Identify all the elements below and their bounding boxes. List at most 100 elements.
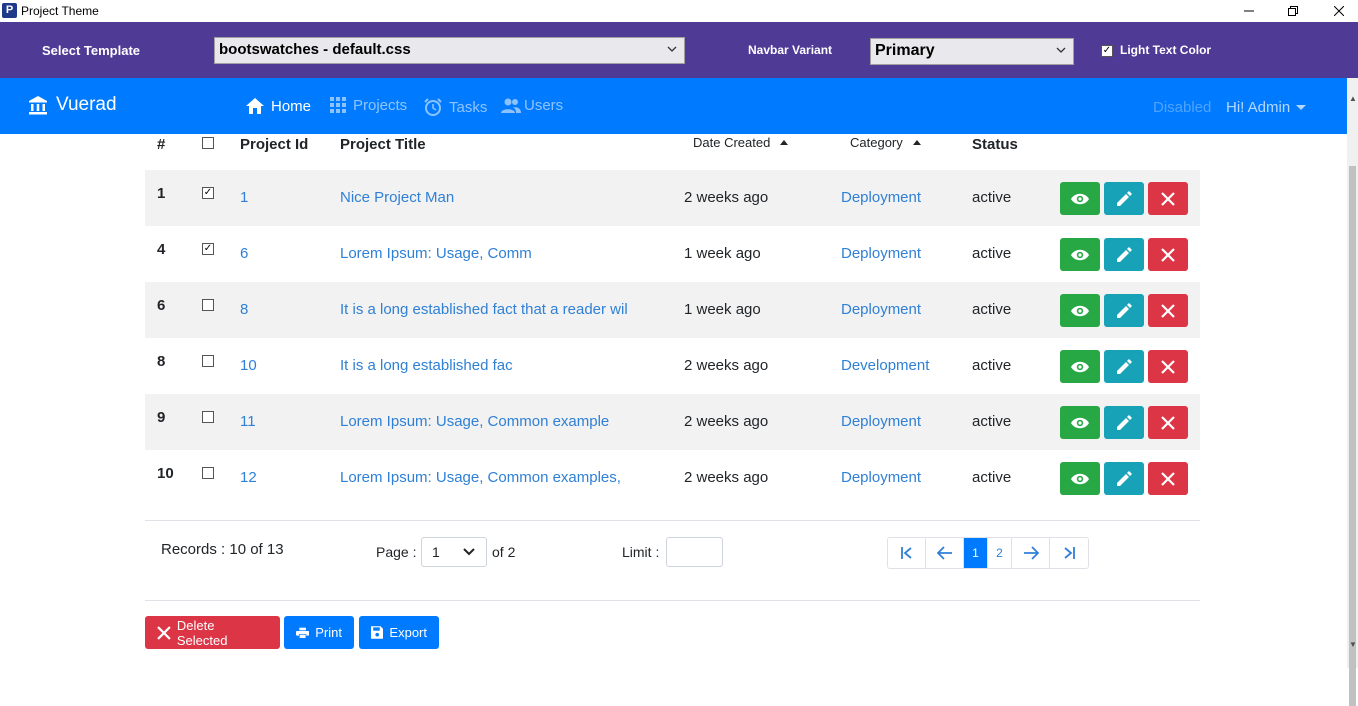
row-checkbox[interactable]: [202, 411, 214, 423]
select-all-checkbox[interactable]: [202, 137, 214, 149]
view-button[interactable]: [1060, 406, 1100, 439]
project-title-link[interactable]: It is a long established fac: [340, 357, 513, 374]
limit-label: Limit :: [622, 544, 660, 560]
category-link[interactable]: Development: [841, 357, 929, 374]
category-link[interactable]: Deployment: [841, 301, 921, 318]
project-title-link[interactable]: Lorem Ipsum: Usage, Common example: [340, 413, 609, 430]
divider: [145, 600, 1200, 601]
nav-item-projects[interactable]: Projects: [330, 97, 407, 114]
project-id-link[interactable]: 11: [240, 413, 256, 430]
scroll-up-icon[interactable]: ▲: [1349, 94, 1357, 103]
row-checkbox[interactable]: [202, 299, 214, 311]
category-link[interactable]: Deployment: [841, 189, 921, 206]
export-button[interactable]: Export: [359, 616, 439, 649]
header-project-title[interactable]: Project Title: [340, 136, 426, 153]
restore-button[interactable]: [1270, 0, 1316, 22]
row-number: 4: [157, 241, 166, 258]
nav-item-label: Tasks: [449, 98, 488, 116]
delete-selected-label: Delete Selected: [176, 617, 228, 648]
view-button[interactable]: [1060, 294, 1100, 327]
eye-icon: [1071, 249, 1089, 260]
table-row: 9 11 Lorem Ipsum: Usage, Common example …: [145, 394, 1200, 450]
edit-button[interactable]: [1104, 350, 1144, 383]
eye-icon: [1071, 473, 1089, 484]
row-checkbox[interactable]: ✓: [202, 187, 214, 199]
edit-button[interactable]: [1104, 406, 1144, 439]
sort-up-icon: [780, 140, 789, 145]
delete-selected-button[interactable]: Delete Selected: [145, 616, 280, 649]
page-2-button[interactable]: 2: [988, 538, 1012, 568]
category-link[interactable]: Deployment: [841, 413, 921, 430]
project-id-link[interactable]: 8: [240, 301, 248, 318]
project-title-link[interactable]: Lorem Ipsum: Usage, Common examples,: [340, 469, 621, 486]
project-title-link[interactable]: Nice Project Man: [340, 189, 454, 206]
delete-button[interactable]: [1148, 182, 1188, 215]
brand[interactable]: Vuerad: [28, 94, 117, 116]
pagination-nav: 1 2: [887, 537, 1089, 569]
page-select[interactable]: 1: [421, 537, 487, 567]
edit-button[interactable]: [1104, 182, 1144, 215]
table-row: 4 ✓ 6 Lorem Ipsum: Usage, Comm 1 week ag…: [145, 226, 1200, 282]
delete-button[interactable]: [1148, 238, 1188, 271]
close-icon: [1161, 359, 1175, 374]
row-checkbox[interactable]: ✓: [202, 243, 214, 255]
restore-icon: [1288, 6, 1298, 16]
scrollbar-thumb[interactable]: [1349, 166, 1356, 706]
category-link[interactable]: Deployment: [841, 245, 921, 262]
scroll-down-icon[interactable]: ▼: [1349, 640, 1357, 649]
header-category[interactable]: Category: [850, 135, 921, 150]
light-text-checkbox[interactable]: ✓: [1101, 45, 1113, 57]
chevron-down-icon: [667, 46, 677, 52]
user-menu[interactable]: Hi! Admin: [1226, 99, 1307, 116]
delete-button[interactable]: [1148, 406, 1188, 439]
nav-item-home[interactable]: Home: [245, 97, 311, 115]
delete-button[interactable]: [1148, 462, 1188, 495]
status-text: active: [972, 301, 1012, 318]
vertical-scrollbar[interactable]: ▲ ▼: [1347, 78, 1358, 706]
edit-button[interactable]: [1104, 294, 1144, 327]
prev-page-button[interactable]: [926, 538, 964, 568]
edit-button[interactable]: [1104, 238, 1144, 271]
page-1-button[interactable]: 1: [964, 538, 988, 568]
project-id-link[interactable]: 12: [240, 469, 257, 486]
eye-icon: [1071, 417, 1089, 428]
navbar-variant-select[interactable]: Primary: [870, 38, 1074, 65]
nav-item-users[interactable]: Users: [500, 97, 563, 114]
project-title-link[interactable]: It is a long established fact that a rea…: [340, 301, 628, 318]
project-title-link[interactable]: Lorem Ipsum: Usage, Comm: [340, 245, 532, 262]
limit-input[interactable]: [666, 537, 723, 567]
next-page-button[interactable]: [1012, 538, 1050, 568]
header-project-id[interactable]: Project Id: [240, 136, 308, 153]
delete-button[interactable]: [1148, 294, 1188, 327]
navbar-variant-label: Navbar Variant: [748, 43, 833, 57]
close-window-button[interactable]: [1316, 0, 1358, 22]
first-page-button[interactable]: [888, 538, 926, 568]
template-select-value: bootswatches - default.css: [219, 41, 411, 58]
print-button[interactable]: Print: [284, 616, 354, 649]
header-date-created[interactable]: Date Created: [693, 135, 789, 150]
nav-item-tasks[interactable]: Tasks: [423, 97, 487, 117]
bank-icon: [29, 96, 47, 115]
template-select[interactable]: bootswatches - default.css: [214, 37, 685, 64]
nav-item-label: Users: [524, 97, 564, 114]
row-checkbox[interactable]: [202, 467, 214, 479]
view-button[interactable]: [1060, 462, 1100, 495]
view-button[interactable]: [1060, 182, 1100, 215]
last-page-button[interactable]: [1050, 538, 1088, 568]
edit-button[interactable]: [1104, 462, 1144, 495]
view-button[interactable]: [1060, 238, 1100, 271]
sort-up-icon: [912, 140, 921, 145]
minimize-button[interactable]: [1226, 0, 1272, 22]
header-category-label: Category: [850, 135, 903, 150]
delete-button[interactable]: [1148, 350, 1188, 383]
project-id-link[interactable]: 6: [240, 245, 248, 262]
category-link[interactable]: Deployment: [841, 469, 921, 486]
nav-item-label: Projects: [353, 97, 408, 114]
project-id-link[interactable]: 1: [240, 189, 248, 206]
view-button[interactable]: [1060, 350, 1100, 383]
row-number: 8: [157, 353, 166, 370]
row-checkbox[interactable]: [202, 355, 214, 367]
project-id-link[interactable]: 10: [240, 357, 257, 374]
date-created: 2 weeks ago: [684, 469, 769, 486]
table-row: 8 10 It is a long established fac 2 week…: [145, 338, 1200, 394]
